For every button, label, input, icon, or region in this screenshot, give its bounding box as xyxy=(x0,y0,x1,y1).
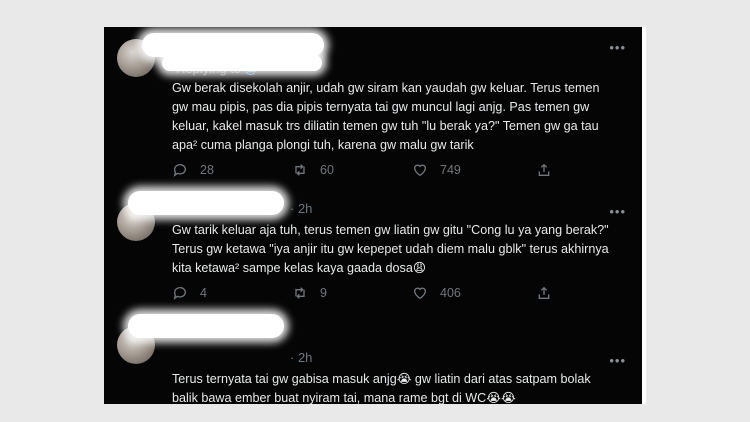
tweet-1[interactable]: Replying to @ ••• Gw berak disekolah anj… xyxy=(104,27,642,187)
tweet-3[interactable]: · 2h ••• Terus ternyata tai gw gabisa ma… xyxy=(104,310,642,404)
redaction-mark xyxy=(162,55,322,71)
tweet-text: Terus ternyata tai gw gabisa masuk anjg😭… xyxy=(172,372,595,404)
tweet-time[interactable]: · 2h xyxy=(290,350,312,365)
retweet-button[interactable]: 60 xyxy=(292,161,334,179)
share-button[interactable] xyxy=(536,284,552,302)
reply-icon xyxy=(172,162,188,178)
retweet-icon xyxy=(292,285,308,301)
retweet-count: 60 xyxy=(320,163,334,177)
retweet-count: 9 xyxy=(320,286,327,300)
share-button[interactable] xyxy=(536,161,552,179)
window-edge xyxy=(642,27,646,404)
like-button[interactable]: 749 xyxy=(412,161,461,179)
reply-button[interactable]: 4 xyxy=(172,284,207,302)
redaction-mark xyxy=(142,33,324,57)
tweet-actions: 4 9 406 xyxy=(172,284,592,302)
share-icon xyxy=(536,285,552,301)
redaction-mark xyxy=(128,314,284,338)
like-icon xyxy=(412,285,428,301)
redaction-mark xyxy=(128,191,284,215)
like-count: 749 xyxy=(440,163,461,177)
reply-button[interactable]: 28 xyxy=(172,161,214,179)
like-icon xyxy=(412,162,428,178)
more-icon[interactable]: ••• xyxy=(609,354,626,367)
tweet-thread: Replying to @ ••• Gw berak disekolah anj… xyxy=(104,27,642,404)
retweet-button[interactable]: 9 xyxy=(292,284,327,302)
like-button[interactable]: 406 xyxy=(412,284,461,302)
tweet-text: Gw berak disekolah anjir, udah gw siram … xyxy=(172,81,603,152)
reply-count: 28 xyxy=(200,163,214,177)
more-icon[interactable]: ••• xyxy=(609,205,626,218)
more-icon[interactable]: ••• xyxy=(609,41,626,54)
reply-count: 4 xyxy=(200,286,207,300)
tweet-text: Gw tarik keluar aja tuh, terus temen gw … xyxy=(172,223,613,275)
tweet-2[interactable]: · 2h ••• Gw tarik keluar aja tuh, terus … xyxy=(104,187,642,310)
like-count: 406 xyxy=(440,286,461,300)
share-icon xyxy=(536,162,552,178)
tweet-time[interactable]: · 2h xyxy=(290,201,312,216)
retweet-icon xyxy=(292,162,308,178)
reply-icon xyxy=(172,285,188,301)
tweet-actions: 28 60 749 xyxy=(172,161,592,179)
